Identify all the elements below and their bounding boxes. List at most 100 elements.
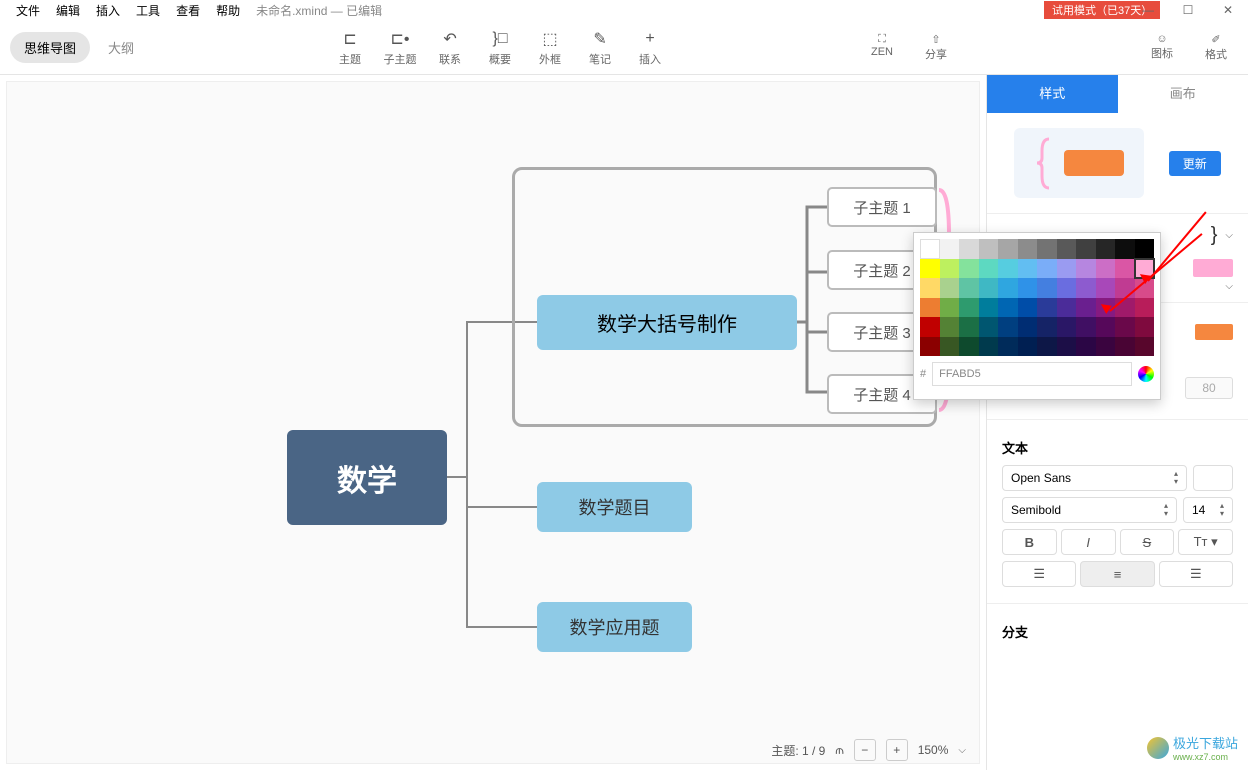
color-swatch[interactable] <box>920 278 940 298</box>
color-swatch[interactable] <box>1018 337 1038 357</box>
menu-insert[interactable]: 插入 <box>88 0 128 21</box>
color-swatch[interactable] <box>959 337 979 357</box>
update-button[interactable]: 更新 <box>1169 151 1221 176</box>
branch-node-3[interactable]: 数学应用题 <box>537 602 692 652</box>
color-swatch[interactable] <box>1018 259 1038 279</box>
color-swatch[interactable] <box>1057 259 1077 279</box>
color-swatch[interactable] <box>959 278 979 298</box>
italic-button[interactable]: I <box>1061 529 1116 555</box>
menu-file[interactable]: 文件 <box>8 0 48 21</box>
color-swatch[interactable] <box>920 337 940 357</box>
color-swatch[interactable] <box>1115 298 1135 318</box>
color-swatch[interactable] <box>1057 278 1077 298</box>
color-swatch[interactable] <box>920 259 940 279</box>
toolbar-zen[interactable]: ⛶ZEN <box>860 33 904 62</box>
color-swatch[interactable] <box>998 317 1018 337</box>
bold-button[interactable]: B <box>1002 529 1057 555</box>
menu-view[interactable]: 查看 <box>168 0 208 21</box>
color-swatch[interactable] <box>1076 317 1096 337</box>
custom-color-button[interactable] <box>1138 366 1154 382</box>
toolbar-topic[interactable]: ⊏主题 <box>328 27 372 67</box>
fill-color-swatch[interactable] <box>1195 324 1233 340</box>
menu-edit[interactable]: 编辑 <box>48 0 88 21</box>
color-swatch[interactable] <box>1037 298 1057 318</box>
color-swatch[interactable] <box>998 298 1018 318</box>
color-swatch[interactable] <box>1057 298 1077 318</box>
color-swatch[interactable] <box>1076 239 1096 259</box>
color-swatch[interactable] <box>940 259 960 279</box>
color-swatch[interactable] <box>1096 278 1116 298</box>
color-swatch[interactable] <box>920 317 940 337</box>
color-swatch[interactable] <box>959 259 979 279</box>
color-swatch[interactable] <box>1135 298 1155 318</box>
toolbar-notes[interactable]: ✎笔记 <box>578 27 622 67</box>
color-swatch[interactable] <box>1115 337 1135 357</box>
color-swatch[interactable] <box>979 278 999 298</box>
font-family-select[interactable]: Open Sans▴▾ <box>1002 465 1187 491</box>
color-swatch[interactable] <box>1076 259 1096 279</box>
root-node[interactable]: 数学 <box>287 430 447 525</box>
color-swatch[interactable] <box>1037 259 1057 279</box>
toolbar-relation[interactable]: ↶联系 <box>428 27 472 67</box>
color-swatch[interactable] <box>1115 278 1135 298</box>
toolbar-summary[interactable]: }□概要 <box>478 27 522 67</box>
strike-button[interactable]: S <box>1120 529 1175 555</box>
color-swatch[interactable] <box>979 298 999 318</box>
font-color-swatch[interactable] <box>1193 465 1233 491</box>
color-swatch[interactable] <box>998 278 1018 298</box>
color-swatch[interactable] <box>1018 239 1038 259</box>
fixedwidth-input[interactable] <box>1185 377 1233 399</box>
color-swatch[interactable] <box>1096 259 1116 279</box>
zoom-level[interactable]: 150% <box>918 743 949 757</box>
color-swatch[interactable] <box>1057 317 1077 337</box>
align-center-button[interactable]: ≡ <box>1080 561 1154 587</box>
toolbar-icons[interactable]: ☺图标 <box>1140 33 1184 62</box>
color-swatch[interactable] <box>1115 259 1135 279</box>
color-swatch[interactable] <box>1096 317 1116 337</box>
menu-help[interactable]: 帮助 <box>208 0 248 21</box>
branch-node-1[interactable]: 数学大括号制作 <box>537 295 797 350</box>
tab-outline[interactable]: 大纲 <box>94 32 148 63</box>
color-swatch[interactable] <box>1115 317 1135 337</box>
zoom-in-button[interactable]: + <box>886 739 908 761</box>
chevron-down-icon[interactable]: ⌵ <box>958 745 966 756</box>
zoom-out-button[interactable]: − <box>854 739 876 761</box>
text-transform-button[interactable]: Tᴛ ▾ <box>1178 529 1233 555</box>
chevron-down-icon[interactable]: ⌵ <box>1225 230 1233 241</box>
branch-node-2[interactable]: 数学题目 <box>537 482 692 532</box>
color-swatch[interactable] <box>1135 337 1155 357</box>
color-swatch[interactable] <box>959 298 979 318</box>
align-right-button[interactable]: ☰ <box>1159 561 1233 587</box>
panel-tab-canvas[interactable]: 画布 <box>1118 75 1248 113</box>
chevron-down-icon[interactable]: ⌵ <box>1225 281 1233 292</box>
color-swatch[interactable] <box>1037 278 1057 298</box>
color-swatch[interactable] <box>1037 239 1057 259</box>
minimize-button[interactable]: — <box>1128 0 1168 20</box>
color-swatch[interactable] <box>1057 239 1077 259</box>
color-swatch[interactable] <box>1018 298 1038 318</box>
color-swatch[interactable] <box>940 239 960 259</box>
color-swatch[interactable] <box>920 298 940 318</box>
color-swatch[interactable] <box>959 317 979 337</box>
color-swatch[interactable] <box>1135 239 1155 259</box>
color-swatch[interactable] <box>998 239 1018 259</box>
brace-color-swatch[interactable] <box>1193 259 1233 277</box>
map-icon[interactable]: ⫙ <box>835 743 843 758</box>
color-swatch[interactable] <box>979 317 999 337</box>
close-button[interactable]: ✕ <box>1208 0 1248 20</box>
color-swatch[interactable] <box>920 239 940 259</box>
color-swatch[interactable] <box>940 317 960 337</box>
color-swatch[interactable] <box>998 259 1018 279</box>
toolbar-insert[interactable]: +插入 <box>628 27 672 67</box>
sub-node-1[interactable]: 子主题 1 <box>827 187 937 227</box>
color-swatch[interactable] <box>998 337 1018 357</box>
maximize-button[interactable]: ☐ <box>1168 0 1208 20</box>
color-swatch[interactable] <box>1057 337 1077 357</box>
color-swatch[interactable] <box>1037 317 1057 337</box>
color-swatch[interactable] <box>979 337 999 357</box>
align-left-button[interactable]: ☰ <box>1002 561 1076 587</box>
toolbar-boundary[interactable]: ⬚外框 <box>528 27 572 67</box>
color-swatch[interactable] <box>959 239 979 259</box>
color-swatch[interactable] <box>1018 317 1038 337</box>
color-swatch[interactable] <box>979 259 999 279</box>
